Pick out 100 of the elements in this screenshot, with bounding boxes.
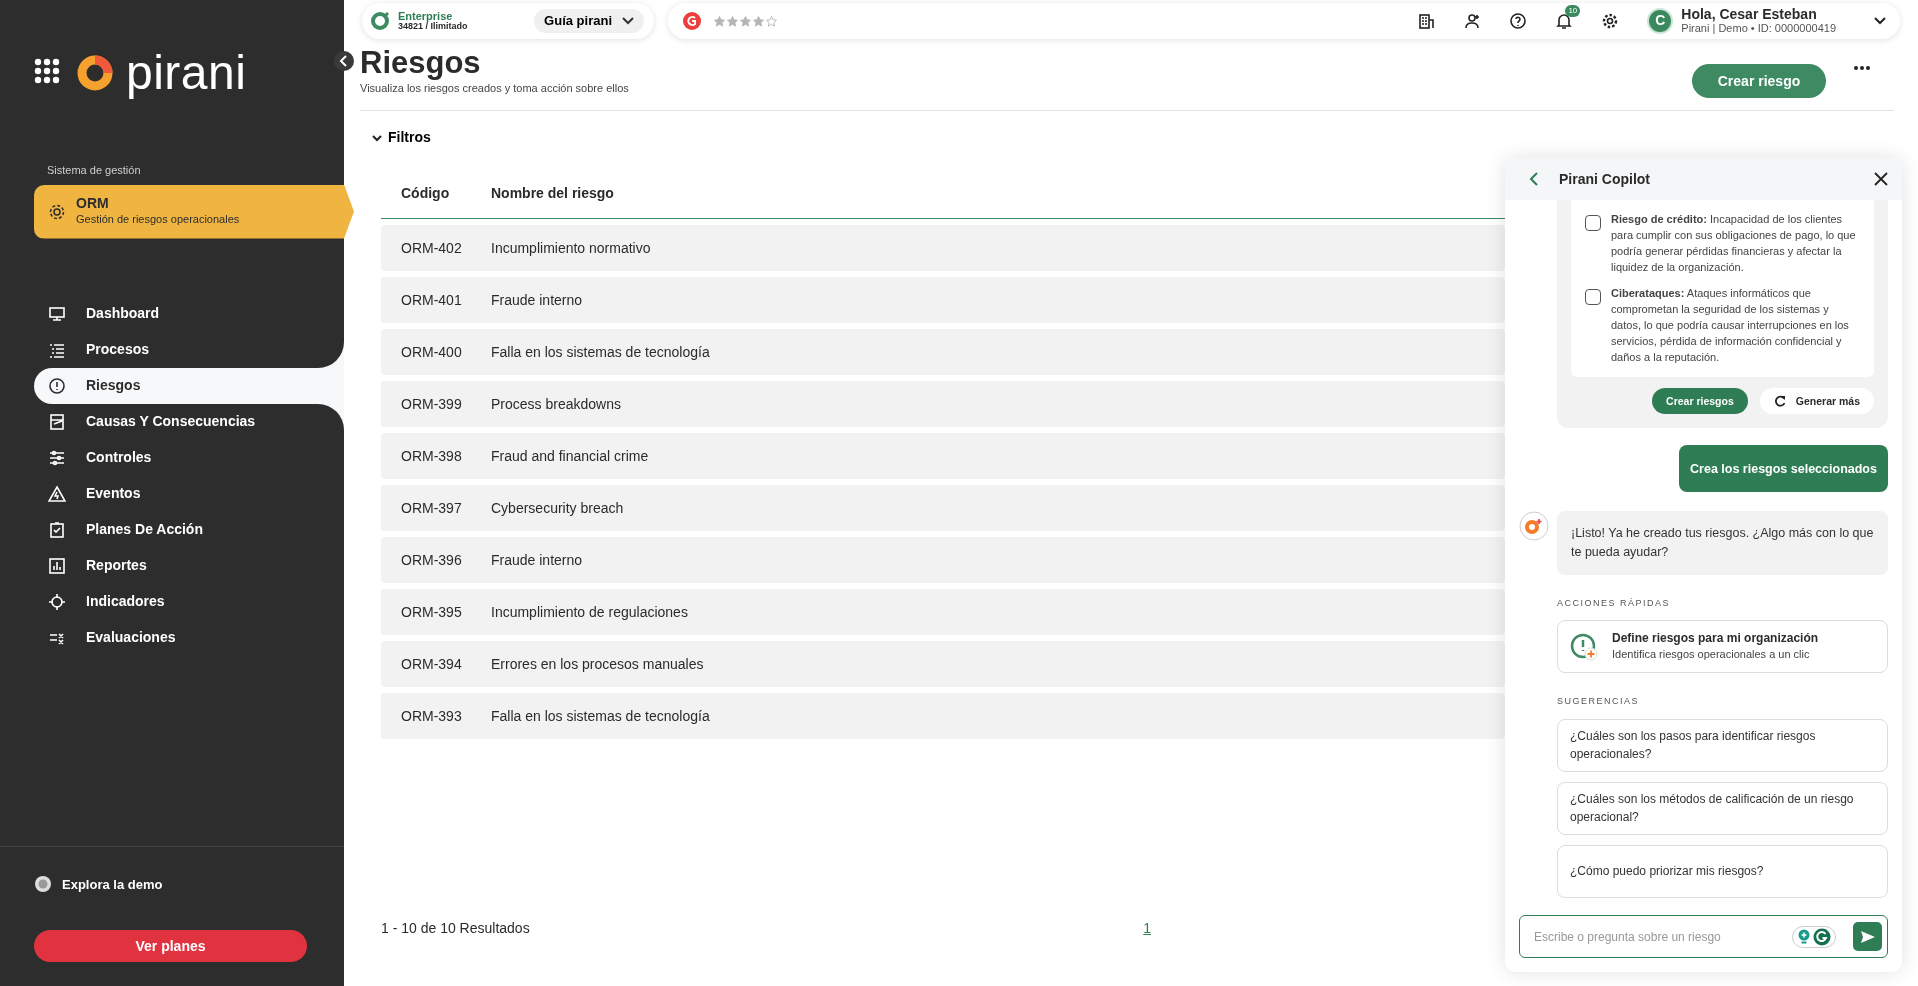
table-row[interactable]: ORM-400 Falla en los sistemas de tecnología — [381, 329, 1505, 376]
notification-badge: 10 — [1565, 5, 1581, 17]
table-cell: ORM-401 — [401, 291, 462, 308]
settings-icon[interactable] — [1601, 12, 1620, 30]
help-icon[interactable] — [1509, 12, 1528, 30]
sidebar-item[interactable]: Riesgos — [34, 367, 344, 404]
section-label: Sistema de gestión — [47, 163, 142, 178]
table-cell: Errores en los procesos manuales — [491, 655, 704, 672]
suggestion-button[interactable]: ¿Cuáles son los métodos de calificación de un riesgo operacional? — [1557, 781, 1888, 835]
table-cell: Incumplimiento de regulaciones — [491, 603, 688, 620]
clipboard-check-icon — [48, 520, 66, 539]
generate-more-button[interactable]: Generar más — [1759, 388, 1874, 415]
section-label: SUGERENCIAS — [1557, 695, 1640, 709]
bell-icon[interactable] — [1555, 12, 1574, 30]
quick-action-card[interactable]: Define riesgos para mi organización Identifica riesgos operacionales a un clic — [1557, 620, 1888, 674]
collapse-sidebar-icon[interactable] — [334, 51, 354, 71]
quick-action-title: Define riesgos para mi organización — [1612, 630, 1819, 647]
table-cell: ORM-402 — [401, 239, 462, 256]
star-icon — [766, 15, 777, 27]
table-cell: ORM-399 — [401, 395, 462, 412]
table-row[interactable]: ORM-397 Cybersecurity breach — [381, 485, 1505, 532]
send-button[interactable] — [1853, 922, 1882, 951]
more-icon[interactable] — [1854, 66, 1870, 71]
g-circle-icon — [1813, 928, 1831, 946]
gear-icon — [48, 202, 66, 221]
lightbulb-icon — [1797, 929, 1811, 945]
archive-icon — [48, 412, 66, 431]
table-row[interactable]: ORM-398 Fraud and financial crime — [381, 433, 1505, 480]
create-risk-button[interactable]: Crear riesgo — [1692, 64, 1826, 99]
star-icon — [727, 15, 738, 27]
suggestion-button[interactable]: ¿Cómo puedo priorizar mis riesgos? — [1557, 844, 1888, 898]
chevron-down-icon — [372, 132, 382, 143]
table-cell: Falla en los sistemas de tecnología — [491, 343, 710, 360]
user-avatar[interactable]: C — [1647, 8, 1674, 34]
page-link[interactable]: 1 — [1143, 918, 1151, 939]
account-info: Pirani | Demo • ID: 0000000419 — [1681, 22, 1836, 36]
table-cell: Cybersecurity breach — [491, 499, 624, 516]
table-cell: ORM-394 — [401, 655, 462, 672]
module-subtitle: Gestión de riesgos operacionales — [76, 211, 240, 227]
logo-text: pirani — [126, 49, 247, 97]
plan-ring-icon — [370, 11, 390, 31]
chevron-down-icon[interactable] — [1874, 17, 1886, 25]
table-cell: Process breakdowns — [491, 395, 621, 412]
plan-detail: 34821 / Ilimitado — [398, 22, 468, 32]
sliders-icon — [48, 448, 66, 467]
filters-toggle[interactable]: Filtros — [372, 127, 431, 149]
module-title: ORM — [76, 195, 110, 211]
table-cell: Falla en los sistemas de tecnología — [491, 707, 710, 724]
warning-icon — [48, 484, 66, 503]
bot-message: ¡Listo! Ya he creado tus riesgos. ¿Algo más con lo que te pueda ayudar? — [1557, 511, 1888, 575]
bot-avatar-icon — [1519, 511, 1549, 542]
add-user-icon[interactable] — [1463, 12, 1482, 30]
results-summary: 1 - 10 de 10 Resultados — [381, 919, 530, 938]
table-cell: Fraud and financial crime — [491, 447, 649, 464]
module-card[interactable]: ORM Gestión de riesgos operacionales — [34, 184, 354, 239]
risk-description: Riesgo de crédito: Incapacidad de los clientes para cumplir con sus obligaciones de pago, lo que podría generar pérdidas financieras y afectar la liquidez de la organización. — [1611, 212, 1857, 275]
table-cell: Fraude interno — [491, 291, 583, 308]
table-cell: Fraude interno — [491, 551, 583, 568]
page-title: Riesgos — [360, 47, 482, 80]
table-row[interactable]: ORM-393 Falla en los sistemas de tecnología — [381, 693, 1505, 740]
column-header: Nombre del riesgo — [491, 183, 614, 203]
alert-circle-icon — [48, 376, 66, 395]
table-cell: ORM-393 — [401, 707, 462, 724]
back-icon[interactable] — [1529, 172, 1539, 186]
bar-chart-icon — [48, 556, 66, 575]
create-risks-button[interactable]: Crear riesgos — [1652, 388, 1748, 415]
chevron-down-icon — [622, 17, 634, 25]
section-label: ACCIONES RÁPIDAS — [1557, 596, 1672, 610]
table-cell: ORM-398 — [401, 447, 462, 464]
chat-input-field[interactable]: Escribe o pregunta sobre un riesgo — [1519, 915, 1888, 958]
risk-description: Ciberataques: Ataques informáticos que comprometan la seguridad de los sistemas y datos, lo que podría causar interrupciones en los servicios, pérdida de información confidencial y daños a la reputación. — [1611, 285, 1850, 365]
close-icon[interactable] — [1874, 172, 1888, 186]
plans-button[interactable]: Ver planes — [34, 930, 307, 962]
checkbox[interactable] — [1585, 288, 1601, 305]
star-icon — [740, 15, 751, 27]
monitor-icon — [48, 304, 66, 323]
user-message: Crea los riesgos seleccionados — [1679, 445, 1888, 493]
table-cell: ORM-400 — [401, 343, 462, 360]
quick-action-subtitle: Identifica riesgos operacionales a un clic — [1612, 647, 1811, 663]
alert-sparkle-icon — [1570, 632, 1598, 661]
user-greeting: Hola, Cesar Esteban — [1681, 6, 1818, 23]
table-row[interactable]: ORM-395 Incumplimiento de regulaciones — [381, 589, 1505, 636]
suggestion-button[interactable]: ¿Cuáles son los pasos para identificar riesgos operacionales? — [1557, 718, 1888, 772]
rating-stars[interactable] — [714, 15, 777, 27]
table-row[interactable]: ORM-396 Fraude interno — [381, 537, 1505, 584]
table-cell: ORM-395 — [401, 603, 462, 620]
g-logo-icon — [682, 11, 702, 31]
guide-dropdown[interactable]: Guía pirani — [534, 9, 644, 33]
table-row[interactable]: ORM-401 Fraude interno — [381, 277, 1505, 324]
star-icon — [714, 15, 725, 27]
crosshair-icon — [48, 592, 66, 611]
refresh-icon — [1773, 395, 1786, 408]
ring-logo-icon — [76, 54, 114, 92]
column-header: Código — [400, 183, 451, 203]
checkbox[interactable] — [1585, 215, 1601, 231]
table-row[interactable]: ORM-402 Incumplimiento normativo — [381, 225, 1505, 272]
demo-link[interactable]: Explora la demo — [34, 874, 310, 894]
table-row[interactable]: ORM-394 Errores en los procesos manuales — [381, 641, 1505, 688]
table-row[interactable]: ORM-399 Process breakdowns — [381, 381, 1505, 428]
building-icon[interactable] — [1417, 12, 1436, 30]
